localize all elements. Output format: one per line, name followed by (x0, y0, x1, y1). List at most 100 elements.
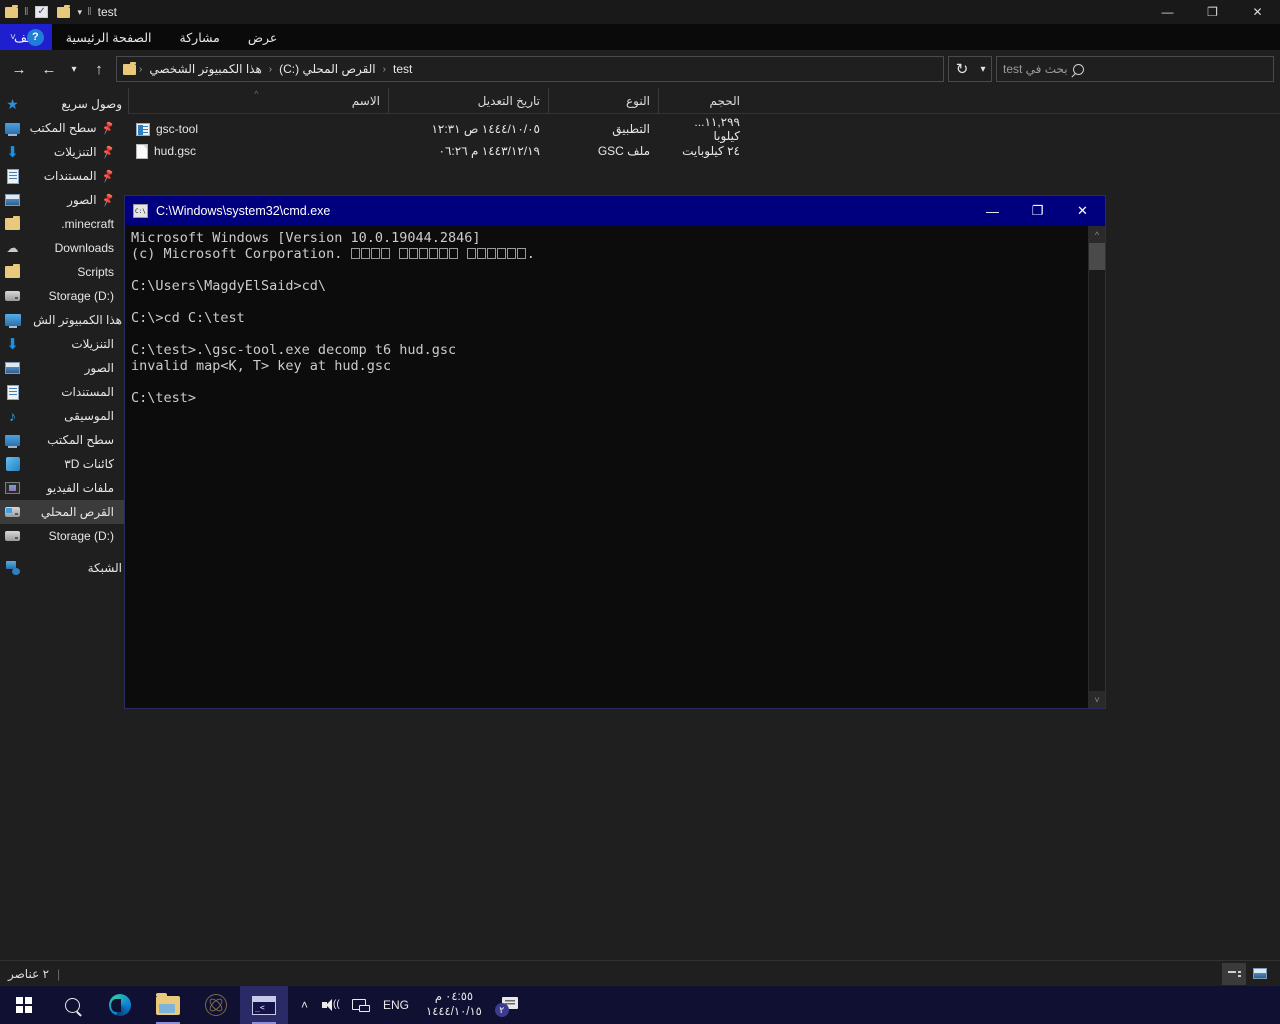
volume-button[interactable]: )) (317, 986, 343, 1024)
clock-time: ٠٤:٥٥ م (434, 991, 474, 1003)
search-input[interactable]: بحث في test (1003, 62, 1068, 76)
taskbar-item-edge[interactable] (96, 986, 144, 1024)
speaker-icon: )) (322, 998, 340, 1012)
sidebar-item-pc-downloads[interactable]: ⬇ التنزيلات (0, 332, 128, 356)
table-row[interactable]: gsc-tool ١٤٤٤/١٠/٠٥ ص ١٢:٣١ التطبيق ١١,٢… (128, 115, 1280, 143)
sidebar-item-pictures[interactable]: الصور 📌 (0, 188, 128, 212)
refresh-icon[interactable]: ↻ (949, 57, 975, 81)
properties-icon[interactable] (31, 1, 53, 23)
sidebar-item-storage-d[interactable]: Storage (D:) (0, 284, 128, 308)
tray-overflow-button[interactable]: ˄ (296, 986, 313, 1024)
column-label: الاسم (351, 93, 380, 108)
monitor-icon (4, 432, 21, 449)
chevron-down-icon[interactable]: ▾ (75, 7, 86, 18)
sidebar-item-documents[interactable]: المستندات 📌 (0, 164, 128, 188)
file-date-cell: ١٤٤٣/١٢/١٩ م ٠٦:٢٦ (438, 144, 540, 158)
taskbar-item-cmd[interactable] (240, 986, 288, 1024)
up-button[interactable]: ↑ (86, 56, 112, 82)
sidebar-item-3d-objects[interactable]: كائنات ٣D (0, 452, 128, 476)
breadcrumb-separator-3: ‹ (382, 63, 386, 75)
tab-home[interactable]: الصفحة الرئيسية (52, 24, 166, 50)
sidebar-item-pc-desktop[interactable]: سطح المكتب (0, 428, 128, 452)
network-icon (352, 998, 371, 1012)
breadcrumb-this-pc[interactable]: هذا الكمبيوتر الشخصي (144, 62, 266, 76)
close-button[interactable]: ✕ (1060, 196, 1105, 226)
network-icon (4, 560, 21, 577)
sidebar-item-desktop[interactable]: سطح المكتب 📌 (0, 116, 128, 140)
list-view-icon[interactable] (1222, 962, 1246, 985)
recent-locations-chevron-down-icon[interactable]: ▾ (66, 56, 82, 82)
column-label: الحجم (709, 93, 740, 108)
tab-view[interactable]: عرض (234, 24, 291, 50)
explorer-titlebar: ‖ ▾ ‖ test ✕ ❐ — (0, 0, 1280, 24)
start-button[interactable] (0, 986, 48, 1024)
cmd-scrollbar[interactable]: ^ ˅ (1088, 226, 1105, 708)
close-button[interactable]: ✕ (1235, 0, 1280, 24)
clock[interactable]: ٠٤:٥٥ م ١٤٤٤/١٠/١٥ (418, 986, 490, 1024)
cmd-window-controls: — ❐ ✕ (970, 196, 1105, 226)
forward-button[interactable]: → (6, 56, 32, 82)
chevron-down-icon[interactable]: ▾ (975, 57, 991, 81)
folder-icon[interactable] (53, 1, 75, 23)
file-name-cell: hud.gsc (128, 143, 388, 159)
gsc-file-icon (136, 143, 148, 159)
view-buttons (1222, 962, 1272, 985)
cmd-titlebar[interactable]: C:\Windows\system32\cmd.exe — ❐ ✕ (125, 196, 1105, 226)
sidebar-label: التنزيلات (53, 145, 97, 159)
help-icon[interactable]: ? (26, 28, 44, 46)
sidebar-item-downloads-cloud[interactable]: ☁ Downloads (0, 236, 128, 260)
cmd-taskbar-icon (252, 995, 276, 1015)
new-folder-icon[interactable] (0, 1, 22, 23)
star-icon: ★ (6, 95, 19, 112)
details-view-icon[interactable] (1248, 963, 1272, 985)
taskbar-item-gsc-tool[interactable] (192, 986, 240, 1024)
address-bar[interactable]: ‹ هذا الكمبيوتر الشخصي ‹ القرص المحلي (:… (116, 56, 944, 82)
sidebar-item-minecraft[interactable]: minecraft. (0, 212, 128, 236)
search-box[interactable]: بحث في test (996, 56, 1274, 82)
network-button[interactable] (347, 986, 374, 1024)
sidebar-group-this-pc[interactable]: هذا الكمبيوتر الش (0, 308, 128, 332)
pin-icon: 📌 (100, 168, 116, 184)
maximize-button[interactable]: ❐ (1015, 196, 1060, 226)
scroll-down-icon[interactable]: ˅ (1089, 691, 1105, 708)
notifications-button[interactable]: ٢ (494, 986, 523, 1024)
restore-button[interactable]: ❐ (1190, 0, 1235, 24)
sidebar-item-local-disk[interactable]: القرص المحلي (0, 500, 128, 524)
pin-icon: 📌 (100, 192, 116, 208)
minimize-button[interactable]: — (1145, 0, 1190, 24)
ribbon-right-controls: ? ˅ (0, 24, 44, 50)
back-button[interactable]: ← (36, 56, 62, 82)
sidebar-label: سطح المكتب (29, 121, 97, 135)
pc-icon (4, 312, 21, 329)
sidebar-item-downloads[interactable]: ⬇ التنزيلات 📌 (0, 140, 128, 164)
column-header-size[interactable]: الحجم (658, 88, 748, 113)
taskbar-search-button[interactable] (48, 986, 96, 1024)
breadcrumb-test[interactable]: test (388, 62, 417, 76)
sidebar-item-music[interactable]: ♪ الموسيقى (0, 404, 128, 428)
sidebar-item-pc-pictures[interactable]: الصور (0, 356, 128, 380)
column-header-type[interactable]: النوع (548, 88, 658, 113)
sidebar-item-pc-storage-d[interactable]: Storage (D:) (0, 524, 128, 548)
language-button[interactable]: ENG (378, 986, 414, 1024)
sidebar-item-videos[interactable]: ملفات الفيديو (0, 476, 128, 500)
folder-icon (4, 216, 21, 233)
edge-icon (109, 994, 131, 1016)
console-output[interactable]: Microsoft Windows [Version 10.0.19044.28… (125, 226, 1088, 708)
chevron-down-icon[interactable]: ˅ (4, 32, 22, 43)
sidebar-group-quick-access[interactable]: ★ وصول سريع (0, 92, 128, 116)
tab-share[interactable]: مشاركة (166, 24, 234, 50)
breadcrumb-local-disk[interactable]: القرص المحلي (:C) (274, 62, 381, 76)
sidebar-item-scripts[interactable]: Scripts (0, 260, 128, 284)
scroll-thumb[interactable] (1089, 243, 1105, 270)
taskbar-item-file-explorer[interactable] (144, 986, 192, 1024)
column-header-name[interactable]: ^ الاسم (128, 88, 388, 113)
scroll-track[interactable] (1089, 243, 1105, 691)
minimize-button[interactable]: — (970, 196, 1015, 226)
column-header-date-modified[interactable]: تاريخ التعديل (388, 88, 548, 113)
qat-divider: ‖ (24, 6, 29, 18)
scroll-up-icon[interactable]: ^ (1089, 226, 1105, 243)
sidebar-group-network[interactable]: الشبكة (0, 556, 128, 580)
table-row[interactable]: hud.gsc ١٤٤٣/١٢/١٩ م ٠٦:٢٦ ملف GSC ٢٤ كي… (128, 140, 1280, 162)
notification-count: ٢ (494, 1003, 509, 1017)
sidebar-item-pc-documents[interactable]: المستندات (0, 380, 128, 404)
